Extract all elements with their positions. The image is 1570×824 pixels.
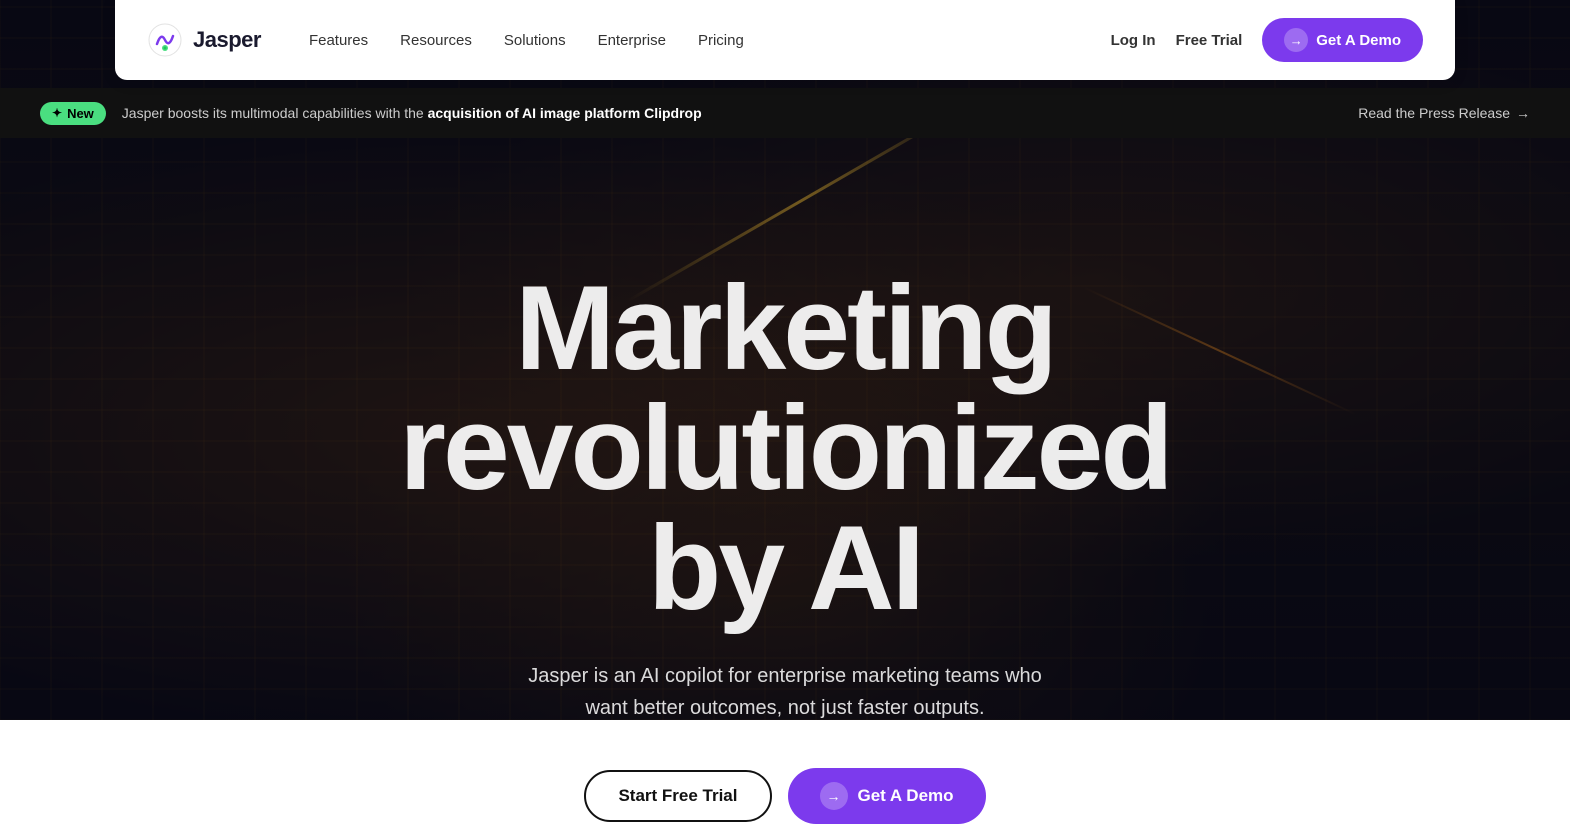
announcement-text: Jasper boosts its multimodal capabilitie… xyxy=(122,105,1358,121)
free-trial-link[interactable]: Free Trial xyxy=(1176,32,1243,49)
nav-link-solutions[interactable]: Solutions xyxy=(504,32,566,49)
hero-demo-label: Get A Demo xyxy=(858,786,954,806)
badge-label: New xyxy=(67,106,94,121)
hero-content: Marketing revolutionized by AI Jasper is… xyxy=(0,148,1570,824)
announcement-text-bold: acquisition of AI image platform Clipdro… xyxy=(428,105,702,121)
nav-actions: Log In Free Trial → Get A Demo xyxy=(1111,18,1423,62)
new-badge: ✦ New xyxy=(40,102,106,125)
badge-star: ✦ xyxy=(52,106,62,120)
press-release-label: Read the Press Release xyxy=(1358,105,1510,121)
nav-links: Features Resources Solutions Enterprise … xyxy=(309,32,1111,49)
jasper-logo-icon xyxy=(147,22,183,58)
logo-text: Jasper xyxy=(193,27,261,53)
get-demo-button[interactable]: → Get A Demo xyxy=(1262,18,1423,62)
hero-cta-row: Start Free Trial → Get A Demo xyxy=(584,768,985,824)
hero-demo-arrow-circle: → xyxy=(820,782,848,810)
hero-headline-line2: revolutionized by AI xyxy=(399,381,1170,635)
press-release-link[interactable]: Read the Press Release → xyxy=(1358,105,1530,121)
start-free-trial-button[interactable]: Start Free Trial xyxy=(584,770,771,822)
demo-arrow-circle: → xyxy=(1284,28,1308,52)
hero-subheadline: Jasper is an AI copilot for enterprise m… xyxy=(505,660,1065,724)
nav-link-resources[interactable]: Resources xyxy=(400,32,472,49)
hero-headline: Marketing revolutionized by AI xyxy=(335,268,1235,628)
announcement-text-before: Jasper boosts its multimodal capabilitie… xyxy=(122,105,428,121)
hero-headline-line1: Marketing xyxy=(515,261,1055,395)
hero-get-demo-button[interactable]: → Get A Demo xyxy=(788,768,986,824)
login-link[interactable]: Log In xyxy=(1111,32,1156,49)
announcement-bar: ✦ New Jasper boosts its multimodal capab… xyxy=(0,88,1570,138)
nav-link-enterprise[interactable]: Enterprise xyxy=(598,32,666,49)
demo-btn-label: Get A Demo xyxy=(1316,32,1401,49)
nav-link-pricing[interactable]: Pricing xyxy=(698,32,744,49)
logo-link[interactable]: Jasper xyxy=(147,22,261,58)
press-release-arrow: → xyxy=(1516,105,1530,121)
nav-link-features[interactable]: Features xyxy=(309,32,368,49)
navbar: Jasper Features Resources Solutions Ente… xyxy=(115,0,1455,80)
